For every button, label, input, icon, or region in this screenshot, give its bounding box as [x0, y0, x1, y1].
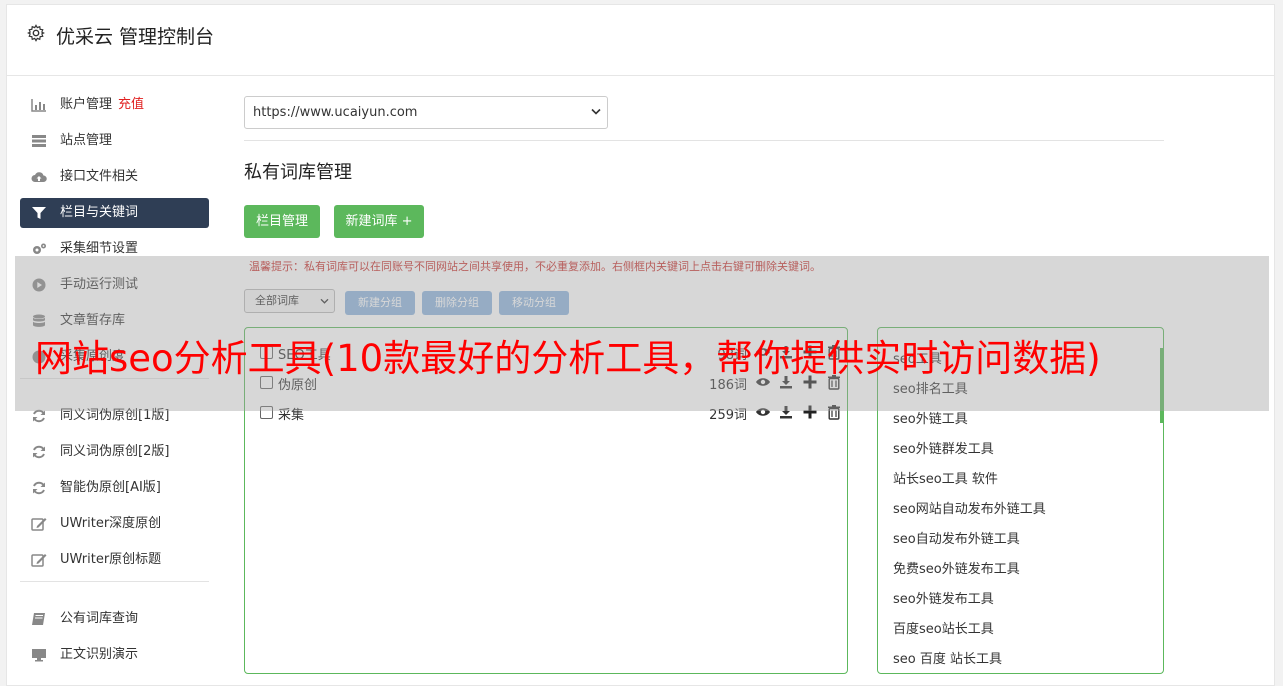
- edit-icon: [31, 518, 47, 531]
- sidebar-item-synonym-v2[interactable]: 同义词伪原创[2版]: [20, 437, 209, 467]
- keyword-item[interactable]: 站长seo工具 软件: [893, 468, 998, 487]
- keyword-item[interactable]: 免费seo外链发布工具: [893, 558, 1020, 577]
- book-icon: [32, 613, 45, 625]
- chevron-down-icon: [591, 108, 601, 115]
- sidebar-item-label: 正文识别演示: [60, 647, 139, 662]
- gear-icon: [27, 24, 45, 42]
- refresh-icon: [33, 481, 45, 495]
- keyword-item[interactable]: seo网站自动发布外链工具: [893, 498, 1046, 517]
- sidebar-item-label: 站点管理: [60, 133, 113, 148]
- page-title: 私有词库管理: [244, 162, 352, 183]
- column-manage-button[interactable]: 栏目管理: [244, 205, 320, 238]
- sidebar-item-text-recognition[interactable]: 正文识别演示: [20, 640, 209, 670]
- recharge-link[interactable]: 充值: [118, 97, 144, 112]
- site-select[interactable]: https://www.ucaiyun.com: [244, 96, 608, 129]
- sidebar-item-label: 同义词伪原创[2版]: [60, 444, 170, 459]
- cogs-icon: [33, 243, 46, 254]
- sidebar-item-uwriter-deep[interactable]: UWriter深度原创: [20, 509, 209, 539]
- sidebar-item-ai-rewrite[interactable]: 智能伪原创[AI版]: [20, 473, 209, 503]
- keyword-item[interactable]: seo自动发布外链工具: [893, 528, 1020, 547]
- section-divider: [244, 140, 1164, 141]
- refresh-icon: [33, 409, 45, 423]
- cloud-upload-icon: [31, 172, 47, 182]
- filter-icon: [32, 207, 46, 219]
- bar-chart-icon: [31, 99, 46, 112]
- keyword-item[interactable]: seo外链发布工具: [893, 588, 994, 607]
- sidebar-item-label: UWriter深度原创: [60, 516, 162, 531]
- banner-title: 网站seo分析工具(10款最好的分析工具，帮你提供实时访问数据): [35, 337, 1101, 380]
- header: 优采云 管理控制台: [7, 5, 1274, 76]
- server-icon: [32, 135, 46, 147]
- sidebar-item-label: 栏目与关键词: [60, 205, 139, 220]
- sidebar-item-label: 智能伪原创[AI版]: [60, 480, 161, 495]
- keyword-item[interactable]: seo外链群发工具: [893, 438, 994, 457]
- keyword-item[interactable]: seo 百度 站长工具: [893, 648, 1002, 667]
- new-library-button[interactable]: 新建词库 +: [334, 205, 424, 238]
- sidebar-item-label: UWriter原创标题: [60, 552, 162, 567]
- edit-icon: [31, 554, 47, 567]
- sidebar-item-account[interactable]: 账户管理 充值: [20, 90, 209, 120]
- sidebar-item-public-library[interactable]: 公有词库查询: [20, 604, 209, 634]
- sidebar-item-uwriter-title[interactable]: UWriter原创标题: [20, 545, 209, 575]
- sidebar-divider: [20, 581, 209, 582]
- refresh-icon: [33, 445, 45, 459]
- sidebar-item-label: 接口文件相关: [60, 169, 139, 184]
- site-select-value: https://www.ucaiyun.com: [253, 105, 418, 120]
- sidebar-item-label: 公有词库查询: [60, 611, 139, 626]
- sidebar-item-columns-keywords[interactable]: 栏目与关键词: [20, 198, 209, 228]
- sidebar-item-sites[interactable]: 站点管理: [20, 126, 209, 156]
- keyword-item[interactable]: 百度seo站长工具: [893, 618, 994, 637]
- monitor-icon: [32, 649, 46, 662]
- sidebar-item-label: 账户管理: [60, 97, 113, 112]
- sidebar-item-interface-files[interactable]: 接口文件相关: [20, 162, 209, 192]
- app-title: 优采云 管理控制台: [56, 26, 215, 48]
